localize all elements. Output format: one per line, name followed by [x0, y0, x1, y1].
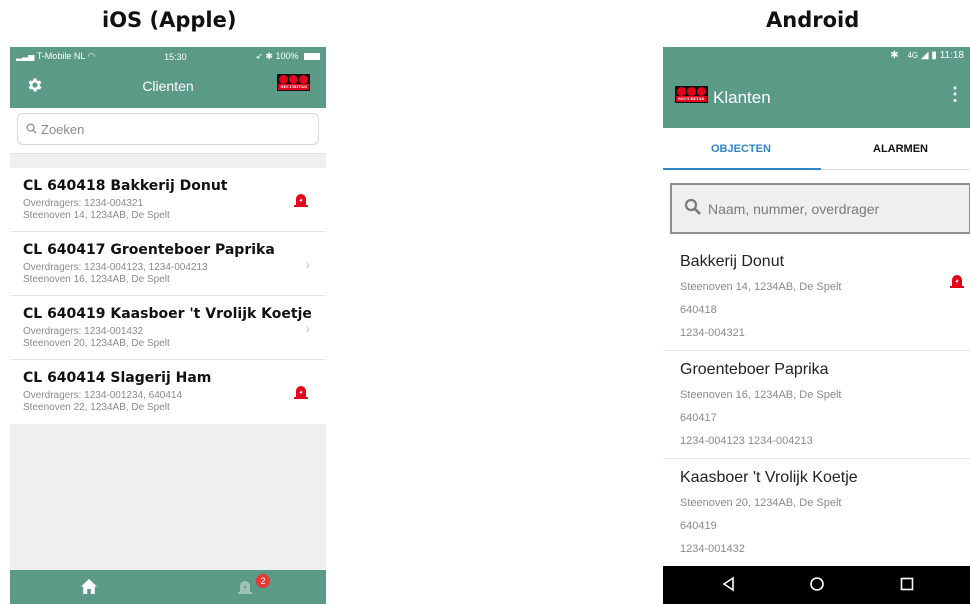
client-overdragers: Overdragers: 1234-001234, 640414	[23, 390, 183, 401]
android-tabs: OBJECTEN ALARMEN	[663, 128, 970, 170]
home-circle-icon[interactable]	[809, 576, 825, 597]
tab-indicator	[663, 168, 821, 170]
bluetooth-icon: ✱	[265, 51, 273, 61]
back-icon[interactable]	[721, 576, 737, 597]
ios-status-bar: ▂▃▅ T-Mobile NL ◠ 15:30 ➶ ✱ 100%	[10, 47, 326, 66]
wifi-icon: ◠	[87, 51, 96, 61]
status-time: 15:30	[164, 51, 187, 62]
status-time: 11:18	[939, 50, 964, 61]
ios-screen: ▂▃▅ T-Mobile NL ◠ 15:30 ➶ ✱ 100% Cliente…	[10, 47, 326, 604]
chevron-right-icon: ›	[305, 256, 310, 272]
client-address: Steenoven 20, 1234AB, De Spelt	[23, 338, 170, 349]
securitas-logo: SECURITAS	[277, 74, 310, 91]
tab-objecten[interactable]: OBJECTEN	[711, 143, 771, 155]
battery-icon	[303, 53, 320, 61]
notification-badge: 2	[256, 574, 270, 588]
list-item[interactable]: CL 640419 Kaasboer 't Vrolijk Koetje Ove…	[10, 296, 326, 360]
android-screen: ✱ 4G ◢ ▮ 11:18 SECURITAS Klanten ⋮ OBJEC…	[663, 47, 970, 604]
search-input[interactable]: Zoeken	[17, 113, 319, 145]
object-number: 640418	[680, 304, 717, 316]
android-app-bar: SECURITAS Klanten ⋮	[663, 66, 970, 128]
battery-icon: ▮	[931, 50, 937, 61]
ios-heading: iOS (Apple)	[102, 8, 237, 32]
search-icon	[684, 198, 702, 219]
client-list: CL 640418 Bakkerij Donut Overdragers: 12…	[10, 168, 326, 424]
client-title: CL 640419 Kaasboer 't Vrolijk Koetje	[23, 306, 312, 322]
status-right: ➶ ✱ 100%	[255, 51, 320, 62]
list-item[interactable]: CL 640414 Slagerij Ham Overdragers: 1234…	[10, 360, 326, 424]
android-nav-bar	[663, 566, 970, 604]
search-placeholder: Naam, nummer, overdrager	[708, 200, 880, 217]
object-overdragers: 1234-004123 1234-004213	[680, 435, 813, 447]
object-address: Steenoven 20, 1234AB, De Spelt	[680, 497, 842, 509]
object-name: Kaasboer 't Vrolijk Koetje	[680, 469, 858, 486]
object-address: Steenoven 16, 1234AB, De Spelt	[680, 389, 842, 401]
ios-tab-bar: 2	[10, 570, 326, 604]
object-name: Bakkerij Donut	[680, 253, 785, 270]
object-address: Steenoven 14, 1234AB, De Spelt	[680, 281, 842, 293]
client-title: CL 640417 Groenteboer Paprika	[23, 242, 275, 258]
client-address: Steenoven 16, 1234AB, De Spelt	[23, 274, 170, 285]
signal-icon: ▂▃▅	[16, 52, 35, 61]
client-address: Steenoven 14, 1234AB, De Spelt	[23, 210, 170, 221]
tab-alarmen[interactable]: ALARMEN	[873, 143, 928, 155]
list-item[interactable]: Kaasboer 't Vrolijk Koetje Steenoven 20,…	[663, 459, 970, 567]
chevron-right-icon: ›	[305, 320, 310, 336]
object-overdragers: 1234-004321	[680, 327, 745, 339]
client-overdragers: Overdragers: 1234-001432	[23, 326, 144, 337]
network-type: 4G	[907, 51, 919, 60]
android-status-bar: ✱ 4G ◢ ▮ 11:18	[663, 47, 970, 66]
carrier-label: ▂▃▅ T-Mobile NL ◠	[16, 51, 96, 61]
client-title: CL 640418 Bakkerij Donut	[23, 178, 228, 194]
signal-icon: ◢	[920, 50, 929, 61]
recents-icon[interactable]	[899, 576, 915, 597]
search-icon	[26, 122, 37, 137]
alarm-icon[interactable]	[294, 384, 308, 404]
client-overdragers: Overdragers: 1234-004123, 1234-004213	[23, 262, 208, 273]
alarm-icon[interactable]	[950, 273, 964, 293]
ios-search-container: Zoeken	[10, 108, 326, 153]
battery-percent: 100%	[275, 51, 299, 61]
android-heading: Android	[766, 8, 860, 32]
object-number: 640419	[680, 520, 717, 532]
section-spacer	[10, 153, 326, 168]
object-name: Groenteboer Paprika	[680, 361, 829, 378]
object-list: Bakkerij Donut Steenoven 14, 1234AB, De …	[663, 243, 970, 567]
search-input[interactable]: Naam, nummer, overdrager	[670, 183, 970, 234]
list-item[interactable]: CL 640418 Bakkerij Donut Overdragers: 12…	[10, 168, 326, 232]
android-page-title: Klanten	[713, 88, 771, 107]
home-icon[interactable]	[80, 578, 98, 600]
object-overdragers: 1234-001432	[680, 543, 745, 555]
securitas-logo: SECURITAS	[675, 86, 708, 103]
client-overdragers: Overdragers: 1234-004321	[23, 198, 144, 209]
alarm-tab-icon[interactable]	[238, 579, 252, 599]
ios-nav-bar: Clienten SECURITAS	[10, 66, 326, 108]
object-number: 640417	[680, 412, 717, 424]
location-icon: ➶	[255, 51, 263, 61]
alarm-icon[interactable]	[294, 192, 308, 212]
list-item[interactable]: Groenteboer Paprika Steenoven 16, 1234AB…	[663, 351, 970, 459]
list-item[interactable]: CL 640417 Groenteboer Paprika Overdrager…	[10, 232, 326, 296]
search-placeholder: Zoeken	[41, 121, 85, 137]
bluetooth-icon: ✱	[890, 50, 899, 61]
list-item[interactable]: Bakkerij Donut Steenoven 14, 1234AB, De …	[663, 243, 970, 351]
client-address: Steenoven 22, 1234AB, De Spelt	[23, 402, 170, 413]
more-vert-icon[interactable]: ⋮	[946, 84, 964, 105]
client-title: CL 640414 Slagerij Ham	[23, 370, 212, 386]
